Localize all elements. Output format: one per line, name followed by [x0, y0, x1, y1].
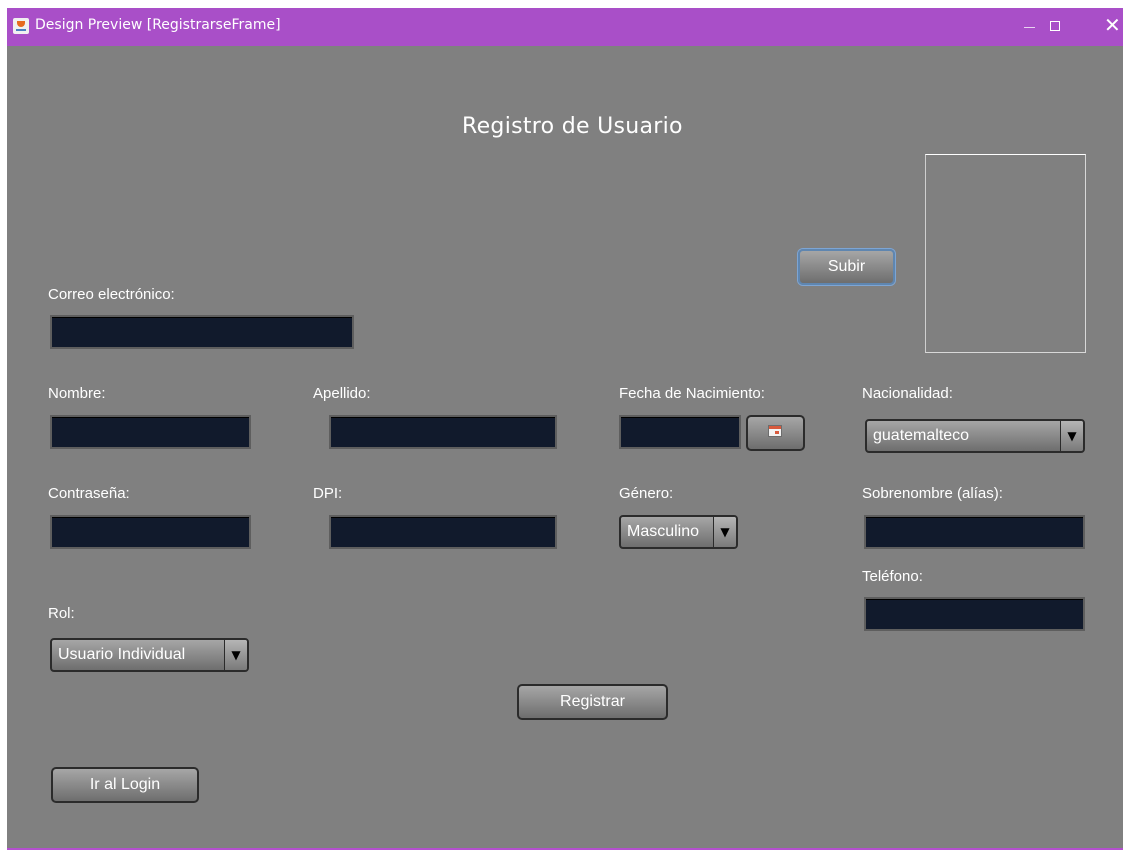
apellido-input[interactable]: [329, 415, 557, 449]
photo-preview: [925, 154, 1086, 353]
nombre-label: Nombre:: [48, 385, 106, 402]
triangle-down-icon: ▼: [713, 517, 736, 547]
sobrenombre-label: Sobrenombre (alías):: [862, 485, 1003, 502]
registrar-button[interactable]: Registrar: [517, 684, 668, 720]
registrarse-frame-window: Design Preview [RegistrarseFrame] ✕ Regi…: [7, 8, 1123, 850]
calendar-icon: [768, 425, 782, 437]
close-button[interactable]: ✕: [1090, 8, 1123, 46]
dpi-input[interactable]: [329, 515, 557, 549]
correo-input[interactable]: [50, 315, 354, 349]
contrasena-label: Contraseña:: [48, 485, 130, 502]
maximize-icon: [1050, 21, 1060, 31]
calendar-button[interactable]: [746, 415, 805, 451]
java-cup-icon: [13, 18, 29, 34]
title-bar: Design Preview [RegistrarseFrame] ✕: [7, 8, 1123, 46]
nacionalidad-label: Nacionalidad:: [862, 385, 953, 402]
rol-select[interactable]: Usuario Individual ▼: [50, 638, 249, 672]
correo-label: Correo electrónico:: [48, 286, 175, 303]
triangle-down-icon: ▼: [1060, 421, 1083, 451]
telefono-input[interactable]: [864, 597, 1085, 631]
genero-value: Masculino: [627, 523, 700, 540]
subir-button[interactable]: Subir: [798, 249, 895, 285]
nacionalidad-select[interactable]: guatemalteco ▼: [865, 419, 1085, 453]
nacionalidad-value: guatemalteco: [873, 427, 970, 444]
maximize-button[interactable]: [1033, 8, 1079, 46]
rol-label: Rol:: [48, 605, 75, 622]
fecha-input[interactable]: [619, 415, 741, 449]
triangle-down-icon: ▼: [224, 640, 247, 670]
window-title: Design Preview [RegistrarseFrame]: [35, 17, 281, 33]
genero-label: Género:: [619, 485, 674, 502]
sobrenombre-input[interactable]: [864, 515, 1085, 549]
fecha-label: Fecha de Nacimiento:: [619, 385, 765, 402]
genero-select[interactable]: Masculino ▼: [619, 515, 738, 549]
apellido-label: Apellido:: [313, 385, 371, 402]
contrasena-input[interactable]: [50, 515, 251, 549]
nombre-input[interactable]: [50, 415, 251, 449]
dpi-label: DPI:: [313, 485, 343, 502]
telefono-label: Teléfono:: [862, 568, 923, 585]
close-icon: ✕: [1104, 13, 1121, 37]
ir-al-login-button[interactable]: Ir al Login: [51, 767, 199, 803]
page-title: Registro de Usuario: [462, 114, 683, 139]
rol-value: Usuario Individual: [58, 646, 186, 663]
